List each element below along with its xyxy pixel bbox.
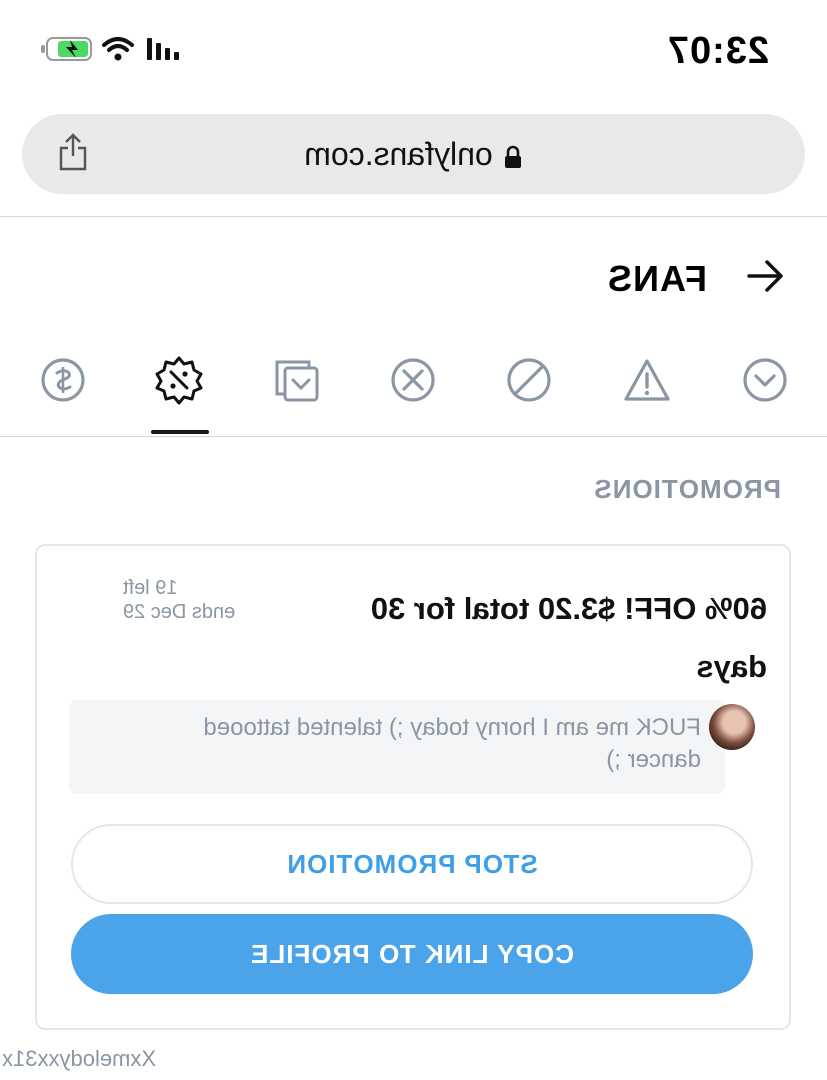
page: 23:07 onlyfans.com FANS PROMOTIONS 60% O… — [0, 0, 827, 1080]
promotion-meta: 19 left ends Dec 29 — [123, 576, 235, 624]
tab-restricted[interactable] — [383, 350, 443, 410]
dollar-circle-icon — [39, 356, 87, 404]
battery-icon — [40, 36, 92, 62]
divider — [0, 216, 827, 217]
tab-blocked[interactable] — [499, 350, 559, 410]
lock-icon — [503, 145, 523, 169]
avatar[interactable] — [709, 704, 755, 750]
tab-bar — [0, 340, 827, 436]
share-icon[interactable] — [58, 132, 88, 172]
promotion-message: FUCK me am I horny today ;) talented tat… — [69, 700, 755, 794]
wifi-icon — [102, 37, 134, 61]
username-label: Xxmelodyxx31x — [2, 1046, 157, 1071]
signal-icon — [144, 38, 180, 60]
url-display: onlyfans.com — [22, 136, 805, 173]
tab-promotions[interactable] — [149, 350, 209, 410]
url-text: onlyfans.com — [304, 136, 493, 172]
promotion-ends: ends Dec 29 — [123, 601, 236, 623]
warning-icon — [622, 357, 672, 403]
collections-icon — [273, 356, 321, 404]
blocked-icon — [505, 356, 553, 404]
active-tab-indicator — [151, 430, 209, 434]
page-header: FANS — [0, 240, 827, 316]
page-title: FANS — [606, 258, 707, 299]
stop-promotion-button[interactable]: STOP PROMOTION — [71, 824, 753, 904]
close-circle-icon — [389, 356, 437, 404]
tab-earnings[interactable] — [33, 350, 93, 410]
copy-link-button[interactable]: COPY LINK TO PROFILE — [71, 914, 753, 994]
tab-warning[interactable] — [617, 350, 677, 410]
tab-collections[interactable] — [267, 350, 327, 410]
status-time: 23:07 — [666, 30, 769, 72]
back-arrow-icon[interactable] — [745, 256, 785, 296]
promotion-message-text: FUCK me am I horny today ;) talented tat… — [203, 714, 701, 773]
promotion-badge-icon — [154, 355, 204, 405]
section-title: PROMOTIONS — [593, 474, 781, 504]
promotion-headline: 60% OFF! $3.20 total for 30 days — [370, 591, 767, 684]
chevron-down-circle-icon — [741, 356, 789, 404]
promotion-left-count: 19 left — [123, 577, 178, 599]
tab-chevron-down[interactable] — [735, 350, 795, 410]
divider — [0, 436, 827, 437]
status-icons — [40, 36, 180, 62]
promotion-card: 60% OFF! $3.20 total for 30 days 19 left… — [35, 544, 791, 1030]
status-bar: 23:07 — [0, 0, 827, 100]
url-bar[interactable]: onlyfans.com — [22, 114, 805, 194]
